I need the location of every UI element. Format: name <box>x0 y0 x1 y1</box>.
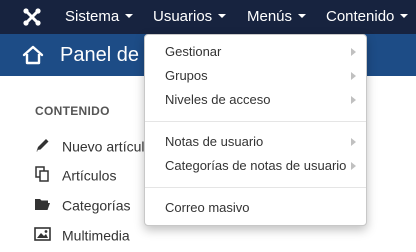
joomla-logo-icon[interactable] <box>22 7 42 27</box>
caret-down-icon <box>400 14 409 19</box>
pencil-icon <box>36 138 49 152</box>
caret-down-icon <box>125 14 134 19</box>
caret-right-icon <box>351 138 356 146</box>
caret-right-icon <box>351 48 356 56</box>
menu-item-niveles-de-acceso[interactable]: Niveles de acceso <box>145 89 366 111</box>
menu-item-label: Gestionar <box>165 44 222 59</box>
menu-divider <box>145 187 366 188</box>
menu-item-label: Niveles de acceso <box>165 92 271 107</box>
sidebar-item-media[interactable]: Multimedia <box>34 223 130 245</box>
menu-usuarios[interactable]: Usuarios <box>153 0 227 34</box>
caret-right-icon <box>351 72 356 80</box>
menu-divider <box>145 121 366 122</box>
copy-icon <box>35 166 49 182</box>
sidebar-item-label: Multimedia <box>62 227 130 244</box>
usuarios-dropdown-menu: Gestionar Grupos Niveles de acceso Notas… <box>144 34 367 226</box>
menu-item-label: Categorías de notas de usuario <box>165 158 347 173</box>
menu-menus-label: Menús <box>247 8 293 25</box>
menu-menus[interactable]: Menús <box>247 0 307 34</box>
menu-item-label: Grupos <box>165 68 208 83</box>
caret-down-icon <box>218 14 227 19</box>
menu-item-label: Notas de usuario <box>165 134 264 149</box>
caret-right-icon <box>351 162 356 170</box>
sidebar-item-label: Nuevo artícul <box>62 138 145 155</box>
menu-item-grupos[interactable]: Grupos <box>145 65 366 87</box>
folder-open-icon <box>35 198 50 210</box>
menu-sistema-label: Sistema <box>65 8 120 25</box>
home-icon <box>22 45 44 65</box>
sidebar-item-new-article[interactable]: Nuevo artícul <box>34 134 144 156</box>
menu-item-correo-masivo[interactable]: Correo masivo <box>145 197 366 219</box>
sidebar-item-label: Artículos <box>62 167 117 184</box>
menu-item-notas-de-usuario[interactable]: Notas de usuario <box>145 131 366 153</box>
top-navbar: Sistema Usuarios Menús Contenido <box>0 0 416 34</box>
sidebar-item-label: Categorías <box>62 197 131 214</box>
image-icon <box>34 226 51 241</box>
menu-item-categorias-de-notas[interactable]: Categorías de notas de usuario <box>145 155 366 177</box>
sidebar-item-articles[interactable]: Artículos <box>34 163 116 185</box>
menu-item-gestionar[interactable]: Gestionar <box>145 41 366 63</box>
menu-item-label: Correo masivo <box>165 200 250 215</box>
menu-contenido[interactable]: Contenido <box>326 0 409 34</box>
section-label: CONTENIDO <box>35 104 110 118</box>
menu-sistema[interactable]: Sistema <box>65 0 134 34</box>
caret-right-icon <box>351 96 356 104</box>
sidebar-item-categories[interactable]: Categorías <box>34 193 130 215</box>
menu-usuarios-label: Usuarios <box>153 8 213 25</box>
caret-down-icon <box>298 14 307 19</box>
menu-contenido-label: Contenido <box>326 8 395 25</box>
page-title: Panel de <box>60 44 139 66</box>
